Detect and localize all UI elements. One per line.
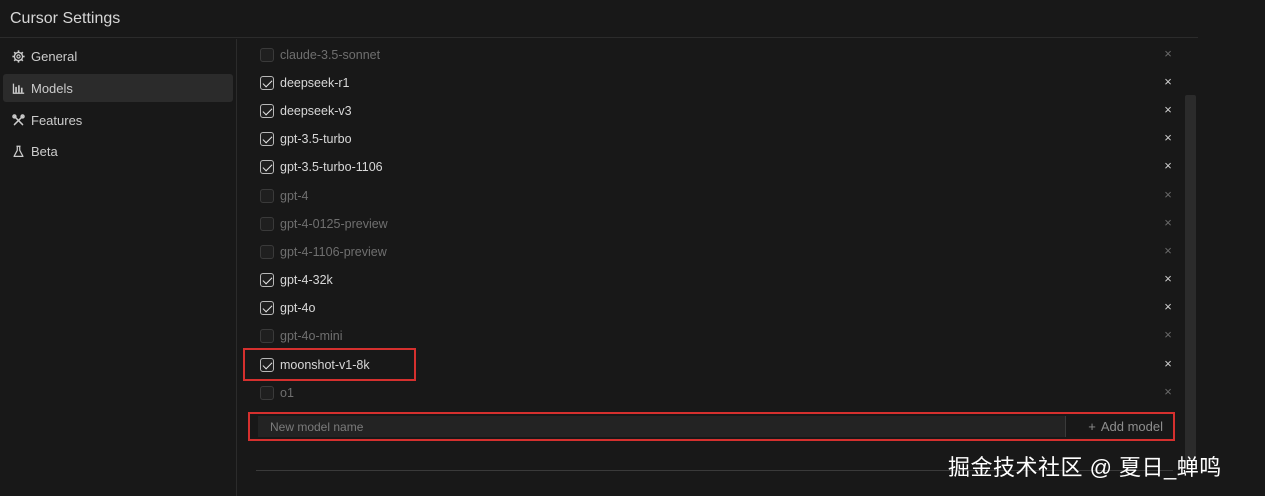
remove-model-icon[interactable]: × [1161,357,1175,371]
model-row: gpt-4o-mini × [260,323,1175,351]
model-row: claude-3.5-sonnet × [260,42,1175,70]
model-row: gpt-3.5-turbo × [260,126,1175,154]
remove-model-icon[interactable]: × [1161,75,1175,89]
remove-model-icon[interactable]: × [1161,216,1175,230]
flask-icon [11,144,25,158]
model-name: deepseek-r1 [280,76,350,90]
watermark: 掘金技术社区 @ 夏日_蝉鸣 [948,455,1222,480]
model-row: o1 × [260,380,1175,408]
sidebar-item-label: General [31,48,78,64]
remove-model-icon[interactable]: × [1161,159,1175,173]
model-name: gpt-4-0125-preview [280,217,388,231]
model-name: gpt-4 [280,189,309,203]
model-name: gpt-3.5-turbo-1106 [280,160,383,174]
gear-icon [11,49,25,63]
model-row: gpt-4-1106-preview × [260,239,1175,267]
plus-icon: + [1088,419,1096,434]
tools-icon [11,113,25,127]
model-row: gpt-4-32k × [260,267,1175,295]
model-checkbox[interactable] [260,76,274,90]
model-name: moonshot-v1-8k [280,358,370,372]
title-bar: Cursor Settings [0,0,1198,38]
add-model-button[interactable]: + Add model [1086,416,1165,437]
model-checkbox[interactable] [260,189,274,203]
remove-model-icon[interactable]: × [1161,300,1175,314]
model-name: gpt-4-32k [280,273,333,287]
bar-chart-icon [11,81,25,95]
model-checkbox[interactable] [260,301,274,315]
sidebar-item-features[interactable]: Features [3,106,233,134]
model-name: o1 [280,386,294,400]
model-checkbox[interactable] [260,329,274,343]
model-checkbox[interactable] [260,160,274,174]
settings-sidebar: General Models Features Beta [0,39,237,496]
model-checkbox[interactable] [260,358,274,372]
model-name: gpt-4o [280,301,316,315]
sidebar-item-models[interactable]: Models [3,74,233,102]
scrollbar[interactable] [1185,95,1196,460]
remove-model-icon[interactable]: × [1161,272,1175,286]
model-checkbox[interactable] [260,386,274,400]
model-row: gpt-4o × [260,295,1175,323]
model-row: gpt-4-0125-preview × [260,211,1175,239]
model-checkbox[interactable] [260,132,274,146]
model-checkbox[interactable] [260,217,274,231]
model-name: gpt-3.5-turbo [280,132,352,146]
add-model-label: Add model [1100,419,1163,434]
window-title: Cursor Settings [10,10,121,27]
remove-model-icon[interactable]: × [1161,385,1175,399]
model-name: deepseek-v3 [280,104,352,118]
models-panel: claude-3.5-sonnet × deepseek-r1 × deepseek-v… [238,39,1198,496]
model-checkbox[interactable] [260,48,274,62]
model-row: moonshot-v1-8k × [260,352,1175,380]
model-name: gpt-4o-mini [280,329,343,343]
model-checkbox[interactable] [260,273,274,287]
add-model-box: + Add model [248,412,1175,441]
model-checkbox[interactable] [260,104,274,118]
model-row: gpt-4 × [260,183,1175,211]
model-checkbox[interactable] [260,245,274,259]
remove-model-icon[interactable]: × [1161,131,1175,145]
model-row: gpt-3.5-turbo-1106 × [260,154,1175,182]
model-row: deepseek-v3 × [260,98,1175,126]
sidebar-item-general[interactable]: General [3,42,233,70]
model-name: gpt-4-1106-preview [280,245,387,259]
remove-model-icon[interactable]: × [1161,244,1175,258]
model-row: deepseek-r1 × [260,70,1175,98]
sidebar-item-beta[interactable]: Beta [3,137,233,165]
sidebar-item-label: Models [31,80,73,96]
remove-model-icon[interactable]: × [1161,103,1175,117]
sidebar-item-label: Beta [31,143,58,159]
remove-model-icon[interactable]: × [1161,47,1175,61]
new-model-name-input[interactable] [258,416,1066,437]
remove-model-icon[interactable]: × [1161,328,1175,342]
model-name: claude-3.5-sonnet [280,48,381,62]
sidebar-item-label: Features [31,112,83,128]
remove-model-icon[interactable]: × [1161,188,1175,202]
